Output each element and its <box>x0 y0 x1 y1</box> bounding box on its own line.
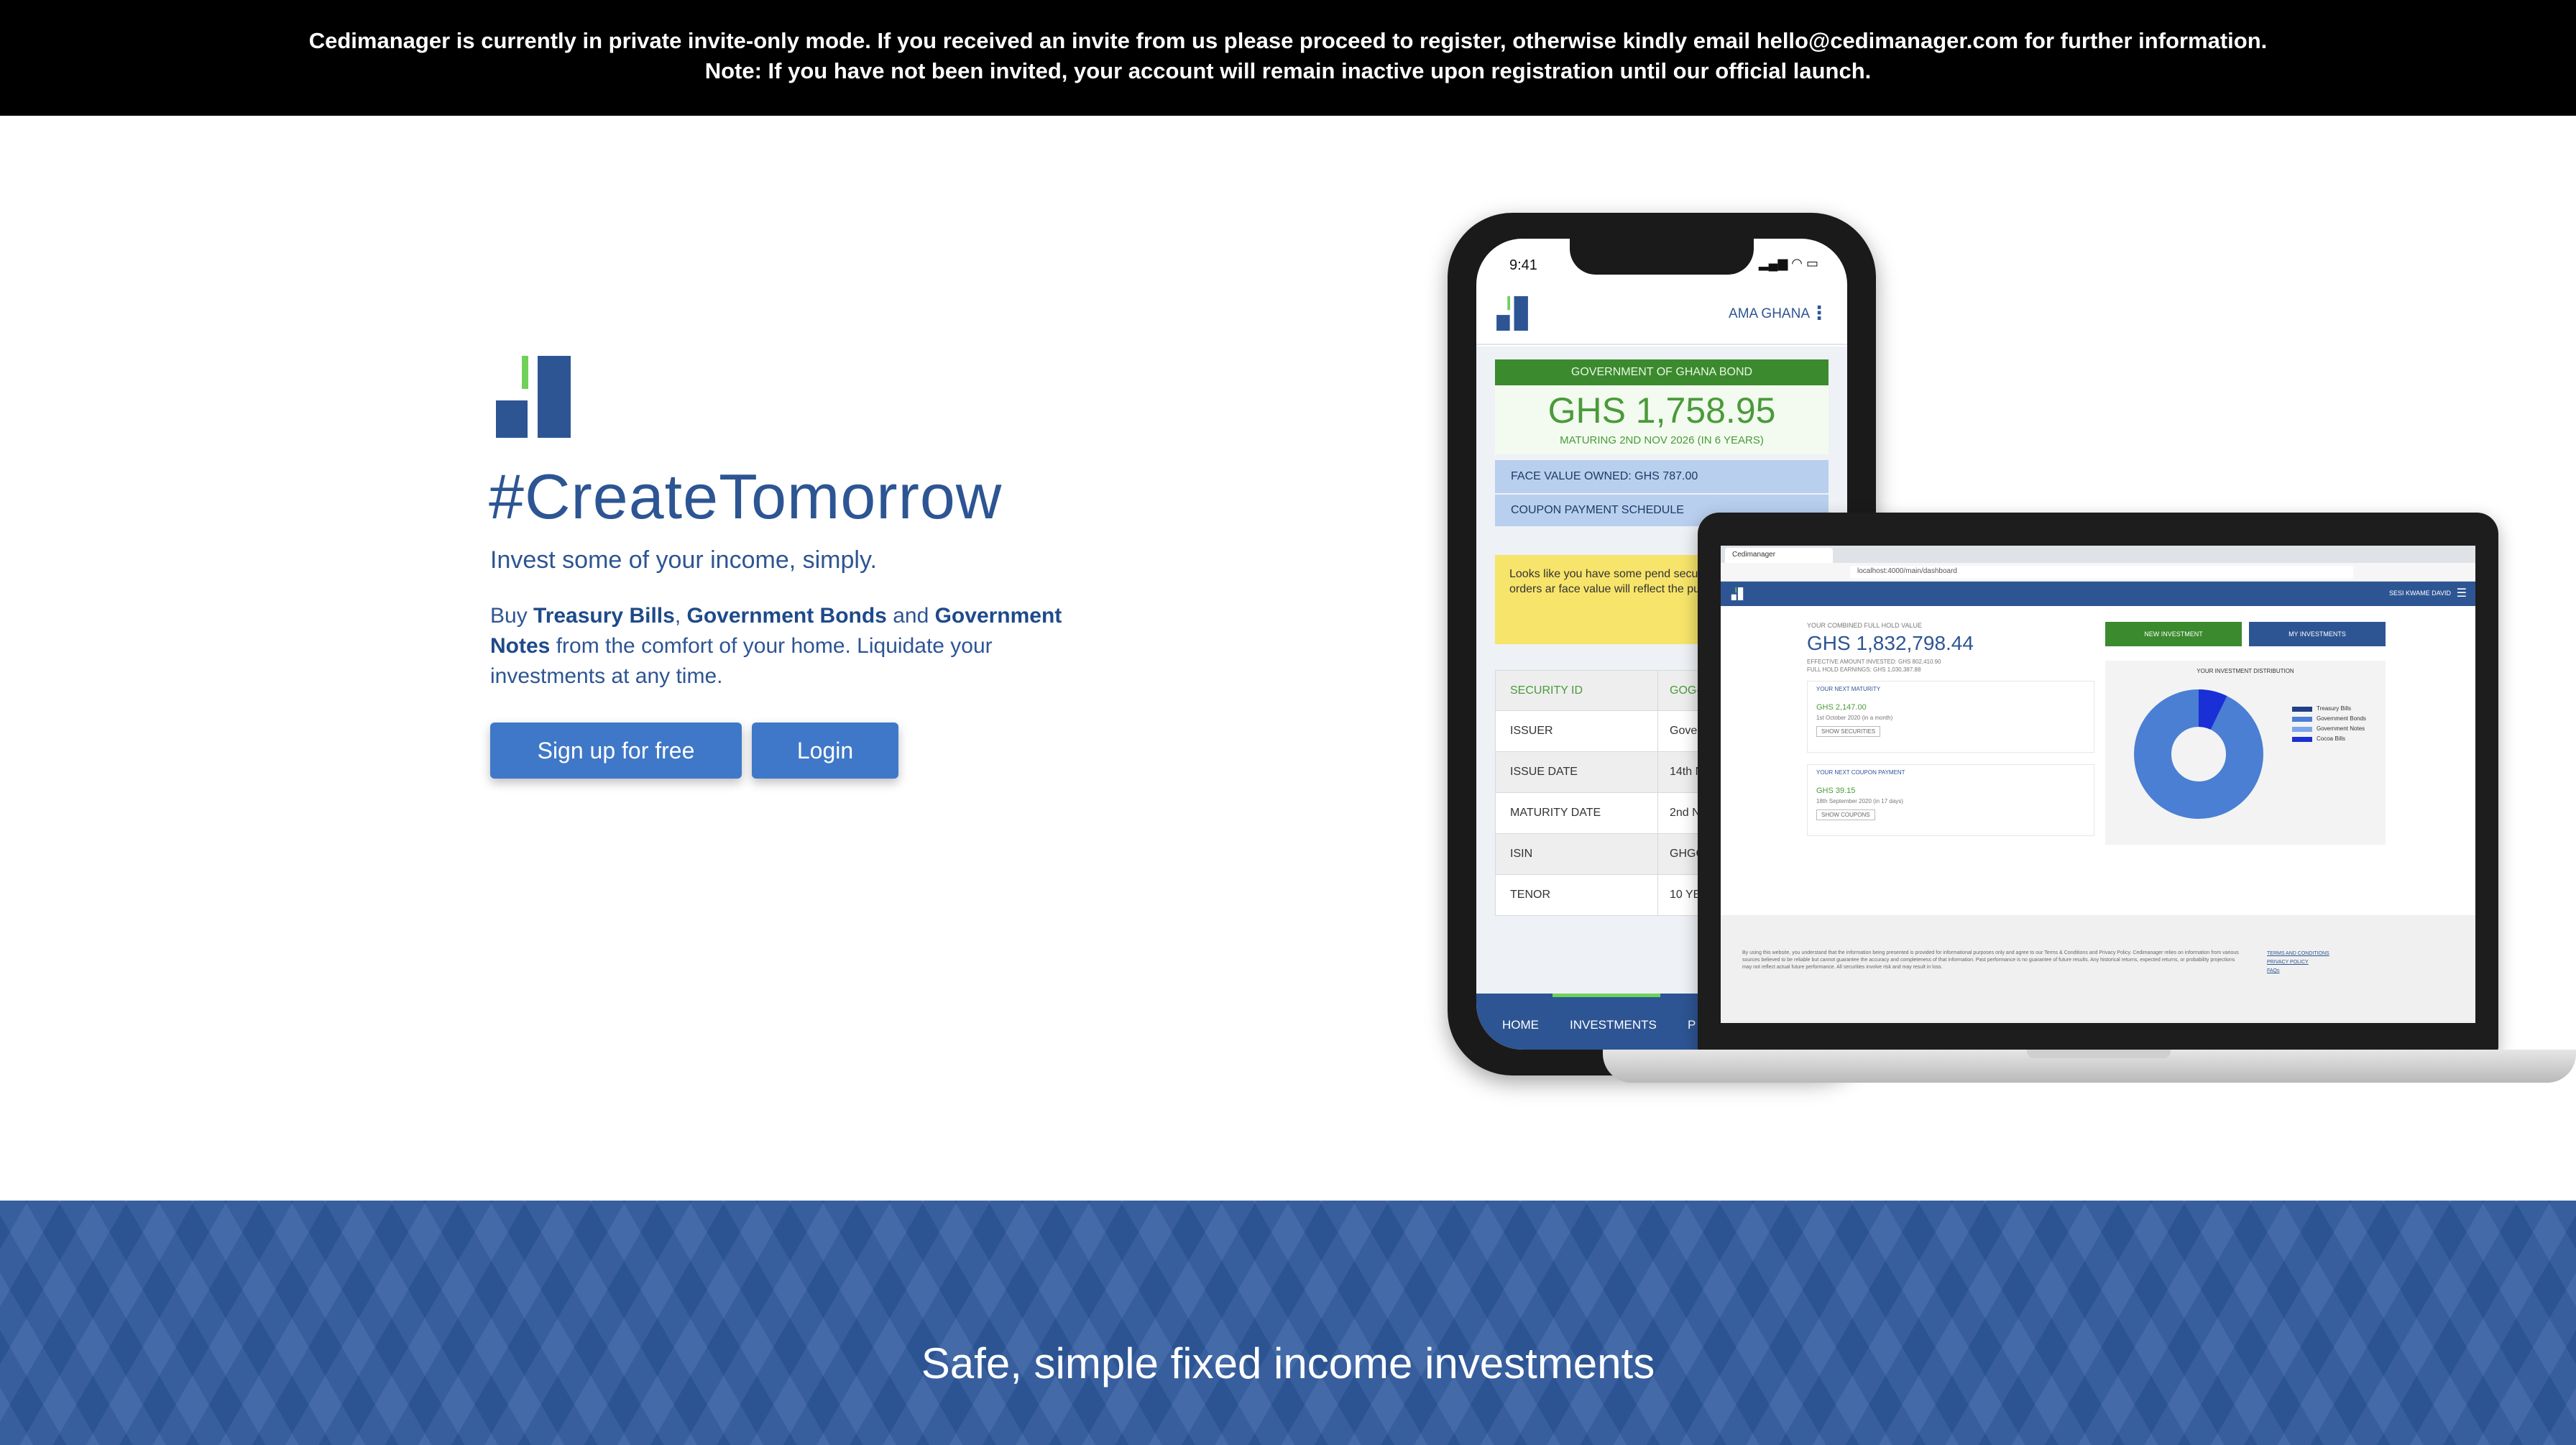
legend-item: Cocoa Bills <box>2292 734 2366 744</box>
browser-toolbar: localhost:4000/main/dashboard <box>1721 563 2475 582</box>
dashboard-logo <box>1731 587 1744 600</box>
legend-item: Government Bonds <box>2292 714 2366 724</box>
browser-tab-bar: Cedimanager <box>1721 546 2475 563</box>
footer-disclaimer: By using this website, you understand th… <box>1742 950 2239 970</box>
nav-investments[interactable]: INVESTMENTS <box>1570 1018 1657 1032</box>
laptop-base-notch <box>2027 1050 2171 1058</box>
chart-legend: Treasury Bills Government Bonds Governme… <box>2292 704 2366 744</box>
address-bar[interactable]: localhost:4000/main/dashboard <box>1850 566 2353 579</box>
phone-clock: 9:41 <box>1509 257 1537 273</box>
hero-description: Buy Treasury Bills, Government Bonds and… <box>490 604 1062 688</box>
dashboard-user-name: SESI KWAME DAVID <box>2388 590 2451 597</box>
sign-up-button[interactable]: Sign up for free <box>490 722 742 779</box>
terms-link[interactable]: TERMS AND CONDITIONS <box>2267 950 2329 958</box>
next-coupon-card: YOUR NEXT COUPON PAYMENT GHS 39.15 18th … <box>1807 764 2094 836</box>
legend-item: Treasury Bills <box>2292 704 2366 714</box>
hero-subtitle: Invest some of your income, simply. <box>490 546 877 574</box>
bond-maturing: MATURING 2ND NOV 2026 (IN 6 YEARS) <box>1560 434 1764 446</box>
phone-notch <box>1570 239 1754 275</box>
footer-links: TERMS AND CONDITIONS PRIVACY POLICY FAQs <box>2267 950 2329 976</box>
phone-status-icons: ▂▄▆ ◠ ▭ <box>1758 256 1818 270</box>
combined-label: YOUR COMBINED FULL HOLD VALUE <box>1807 622 1923 629</box>
combined-meta: EFFECTIVE AMOUNT INVESTED: GHS 802,410.9… <box>1807 659 1941 673</box>
hero-title: #CreateTomorrow <box>489 461 1003 532</box>
laptop-mockup: Cedimanager localhost:4000/main/dashboar… <box>1698 513 2498 1052</box>
show-securities-button[interactable]: SHOW SECURITIES <box>1816 726 1881 737</box>
login-button[interactable]: Login <box>752 722 898 779</box>
treasury-bills-text: Treasury Bills <box>533 604 675 628</box>
features-section: Safe, simple fixed income investments <box>0 1201 2576 1445</box>
kebab-menu-icon: ⋮ <box>1810 302 1828 324</box>
nav-more[interactable]: P <box>1688 1018 1696 1032</box>
browser-tab[interactable]: Cedimanager <box>1725 548 1833 563</box>
dashboard-footer: By using this website, you understand th… <box>1721 915 2475 1023</box>
privacy-link[interactable]: PRIVACY POLICY <box>2267 958 2329 967</box>
bond-value: GHS 1,758.95 <box>1547 390 1776 431</box>
government-bonds-text: Government Bonds <box>686 604 887 628</box>
phone-app-logo <box>1496 296 1528 331</box>
cedimanager-logo <box>496 356 571 438</box>
investment-distribution: YOUR INVESTMENT DISTRIBUTION Treasury Bi… <box>2105 661 2386 845</box>
bond-value-box: GHS 1,758.95 MATURING 2ND NOV 2026 (IN 6… <box>1495 385 1828 454</box>
show-coupons-button[interactable]: SHOW COUPONS <box>1816 809 1875 820</box>
notice-line-2: Note: If you have not been invited, your… <box>704 58 1872 83</box>
bond-title: GOVERNMENT OF GHANA BOND <box>1495 359 1828 385</box>
face-value-owned: FACE VALUE OWNED: GHS 787.00 <box>1495 460 1828 493</box>
phone-user-name: AMA GHANA <box>1729 306 1810 321</box>
invite-notice-banner: Cedimanager is currently in private invi… <box>0 0 2576 116</box>
next-maturity-card: YOUR NEXT MATURITY GHS 2,147.00 1st Octo… <box>1807 681 2094 753</box>
notice-line-1: Cedimanager is currently in private invi… <box>308 28 2268 53</box>
phone-app-header: AMA GHANA ⋮ <box>1476 282 1847 345</box>
dashboard-body: YOUR COMBINED FULL HOLD VALUE GHS 1,832,… <box>1721 606 2475 915</box>
my-investments-button[interactable]: MY INVESTMENTS <box>2249 622 2386 646</box>
section-title: Safe, simple fixed income investments <box>921 1339 1655 1387</box>
combined-value: GHS 1,832,798.44 <box>1807 632 1974 654</box>
nav-active-indicator <box>1552 994 1660 997</box>
legend-item: Government Notes <box>2292 724 2366 734</box>
laptop-screen: Cedimanager localhost:4000/main/dashboar… <box>1721 546 2475 1023</box>
faq-link[interactable]: FAQs <box>2267 967 2329 976</box>
hamburger-menu-icon[interactable]: ☰ <box>2457 586 2467 600</box>
dashboard-header: SESI KWAME DAVID ☰ <box>1721 582 2475 606</box>
nav-home[interactable]: HOME <box>1502 1018 1539 1032</box>
new-investment-button[interactable]: NEW INVESTMENT <box>2105 622 2242 646</box>
distribution-donut-chart <box>2134 689 2263 819</box>
